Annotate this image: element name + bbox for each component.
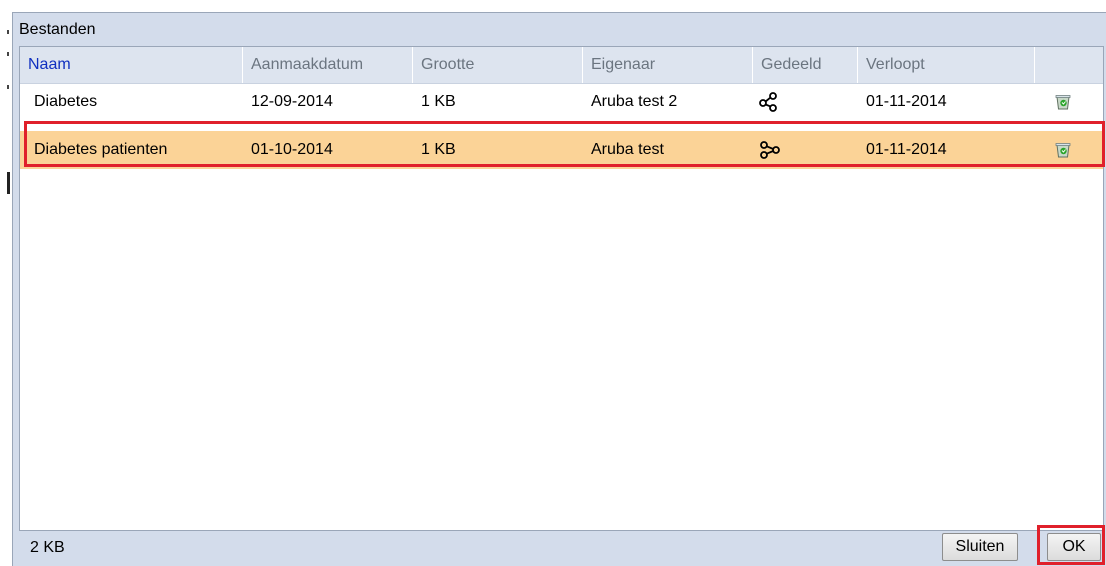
column-header-expires[interactable]: Verloopt (858, 47, 1035, 83)
file-size: 1 KB (421, 93, 456, 110)
column-header-size[interactable]: Grootte (413, 47, 583, 83)
files-grid: Naam Aanmaakdatum Grootte Eigenaar Gedee… (19, 46, 1105, 531)
file-size: 1 KB (421, 141, 456, 158)
file-created: 01-10-2014 (251, 141, 333, 158)
file-expires: 01-11-2014 (866, 141, 947, 158)
file-created: 12-09-2014 (251, 93, 333, 110)
shared-link-icon[interactable] (753, 131, 803, 169)
column-header-name[interactable]: Naam (20, 47, 243, 83)
total-size: 2 KB (30, 539, 65, 556)
background-edge (0, 0, 12, 565)
file-owner: Aruba test (591, 141, 664, 158)
column-header-owner[interactable]: Eigenaar (583, 47, 753, 83)
column-header-created[interactable]: Aanmaakdatum (243, 47, 413, 83)
dialog-title: Bestanden (19, 21, 96, 38)
share-icon[interactable] (753, 83, 803, 121)
files-dialog: Bestanden Naam Aanmaakdatum Grootte Eige… (12, 12, 1106, 566)
column-header-shared[interactable]: Gedeeld (753, 47, 858, 83)
file-expires: 01-11-2014 (866, 93, 947, 110)
recycle-bin-icon[interactable] (1048, 83, 1088, 121)
table-row-selected[interactable]: Diabetes patienten 01-10-2014 1 KB Aruba… (20, 131, 1103, 169)
file-name: Diabetes (34, 93, 98, 110)
column-header-actions (1035, 47, 1103, 83)
ok-button[interactable]: OK (1047, 533, 1101, 561)
file-owner: Aruba test 2 (591, 93, 678, 110)
file-name: Diabetes patienten (34, 141, 168, 158)
recycle-bin-icon[interactable] (1048, 131, 1088, 169)
close-button[interactable]: Sluiten (942, 533, 1018, 561)
grid-header: Naam Aanmaakdatum Grootte Eigenaar Gedee… (20, 47, 1103, 84)
table-row[interactable]: Diabetes 12-09-2014 1 KB Aruba test 2 01… (20, 83, 1103, 121)
